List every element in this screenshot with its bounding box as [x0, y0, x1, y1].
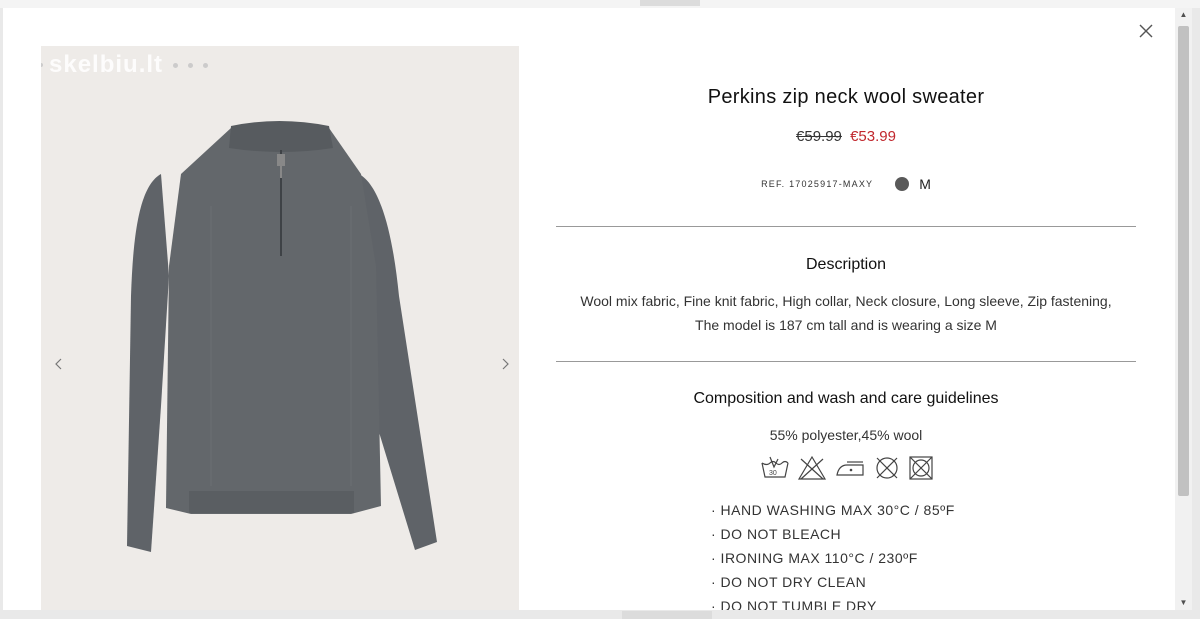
scroll-up-arrow-icon[interactable]: ▲ — [1175, 8, 1192, 22]
product-image-gallery: skelbiu.lt — [41, 46, 519, 610]
product-info-panel: Perkins zip neck wool sweater €59.99 €53… — [556, 8, 1136, 610]
reference-row: REF. 17025917-MAXY M — [556, 176, 1136, 192]
care-item: · DO NOT DRY CLEAN — [711, 574, 867, 590]
watermark-text: skelbiu.lt — [49, 51, 164, 78]
close-icon — [1139, 24, 1153, 38]
background-element — [640, 0, 700, 6]
divider — [556, 361, 1136, 362]
care-instructions-list: · HAND WASHING MAX 30°C / 85ºF · DO NOT … — [711, 498, 1071, 610]
scroll-down-arrow-icon[interactable]: ▼ — [1175, 596, 1192, 610]
description-text: Wool mix fabric, Fine knit fabric, High … — [580, 293, 1112, 333]
care-icons-row: 30 — [759, 455, 935, 481]
selected-size: M — [919, 176, 931, 192]
chevron-right-icon — [502, 358, 509, 370]
divider — [556, 226, 1136, 227]
scrollbar-thumb[interactable] — [1178, 26, 1189, 496]
description-heading: Description — [805, 256, 887, 273]
modal-scrollbar[interactable]: ▲ ▼ — [1175, 8, 1192, 610]
gallery-prev-button[interactable] — [49, 354, 69, 374]
iron-icon — [836, 461, 864, 476]
reference-code: REF. 17025917-MAXY — [761, 179, 874, 189]
product-title: Perkins zip neck wool sweater — [707, 86, 985, 108]
close-button[interactable] — [1137, 22, 1155, 40]
care-item: · HAND WASHING MAX 30°C / 85ºF — [711, 502, 955, 518]
gallery-next-button[interactable] — [495, 354, 515, 374]
watermark-logo: skelbiu.lt — [41, 51, 209, 79]
sale-price: €53.99 — [850, 128, 896, 145]
care-item: · DO NOT BLEACH — [711, 526, 842, 542]
chevron-left-icon — [55, 358, 62, 370]
no-bleach-icon — [797, 455, 827, 480]
svg-text:30: 30 — [769, 470, 777, 477]
care-item: · DO NOT TUMBLE DRY — [711, 598, 877, 610]
original-price: €59.99 — [796, 128, 842, 145]
no-tumble-dry-icon — [909, 456, 933, 480]
background-element — [622, 611, 712, 619]
product-quick-view-modal: skelbiu.lt Perkins zip neck wool sweater… — [3, 8, 1175, 610]
care-item: · IRONING MAX 110°C / 230ºF — [711, 550, 918, 566]
no-dry-clean-icon — [876, 457, 898, 479]
background-page — [0, 0, 1200, 8]
color-swatch[interactable] — [895, 177, 910, 191]
hand-wash-icon: 30 — [761, 456, 789, 478]
product-image — [41, 46, 519, 610]
composition-materials: 55% polyester,45% wool — [769, 427, 923, 443]
composition-heading: Composition and wash and care guidelines — [693, 390, 999, 407]
price-row: €59.99 €53.99 — [556, 128, 1136, 145]
